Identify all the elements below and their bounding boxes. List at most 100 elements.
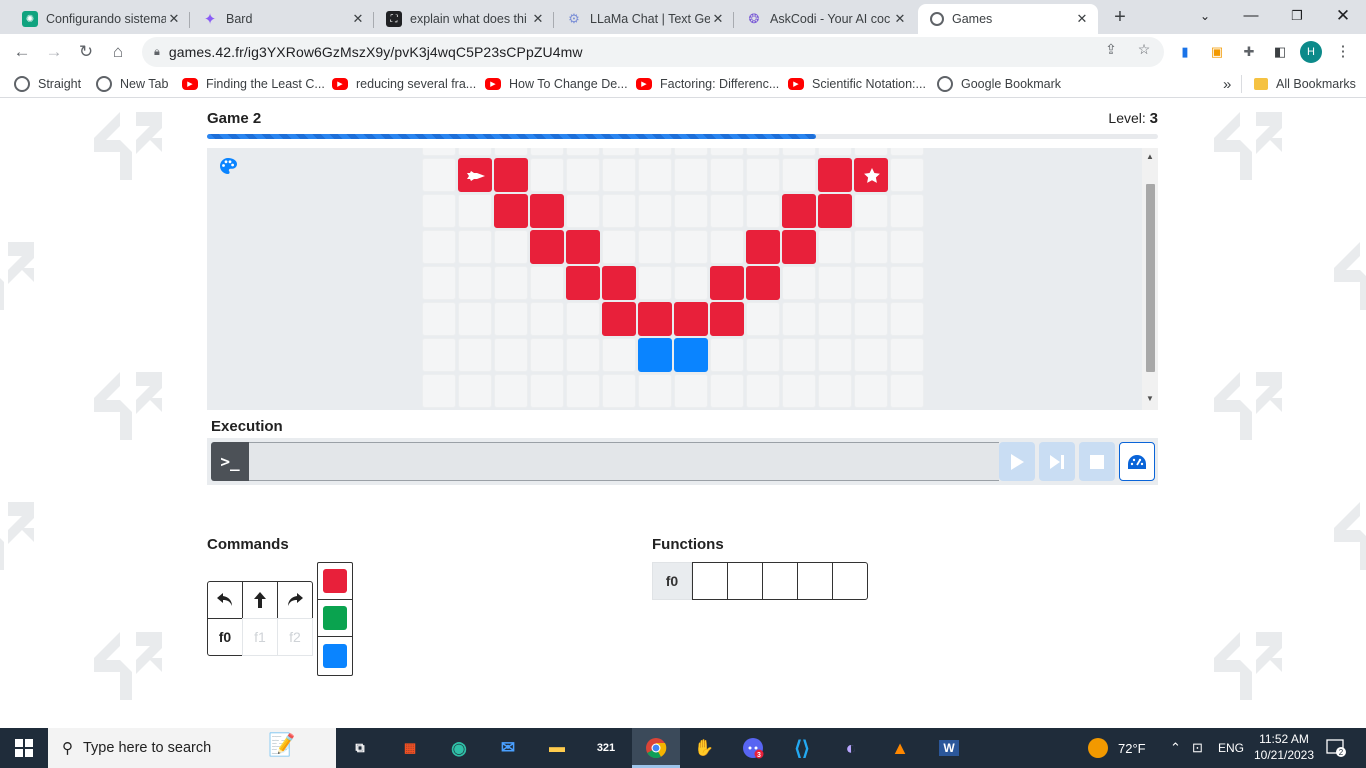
word-icon[interactable]: W [937, 736, 961, 760]
palette-icon[interactable] [219, 157, 237, 175]
lock-icon[interactable]: 🔒︎ [154, 46, 160, 59]
board-cell [746, 158, 780, 192]
tab[interactable]: ⛶ explain what does thi ✕ [374, 4, 554, 34]
close-tab-icon[interactable]: ✕ [1074, 11, 1090, 27]
scroll-up-arrow-icon[interactable]: ▲ [1146, 152, 1154, 161]
red-color-swatch[interactable] [323, 569, 347, 593]
chrome-menu-icon[interactable]: ⋮ [1334, 43, 1352, 61]
board-scrollbar[interactable]: ▲ ▼ [1142, 148, 1158, 410]
network-icon[interactable]: ⊡ [1192, 728, 1203, 768]
microsoft-store-icon[interactable]: ▦ [398, 736, 422, 760]
scroll-down-arrow-icon[interactable]: ▼ [1146, 394, 1154, 403]
vscode-icon[interactable]: ⟨⟩ [790, 736, 814, 760]
close-tab-icon[interactable]: ✕ [892, 11, 908, 27]
reload-button[interactable]: ↻ [72, 38, 100, 66]
board-cell-red [566, 266, 600, 300]
chrome-icon[interactable] [644, 736, 668, 760]
tab-search-chevron-icon[interactable]: ⌄ [1182, 0, 1228, 34]
bookmark-item[interactable]: ▶ Scientific Notation:... [788, 75, 926, 93]
bookmark-item[interactable]: ▶ How To Change De... [485, 75, 628, 93]
bookmark-item[interactable]: Google Bookmark [937, 75, 1061, 93]
forward-button[interactable] [242, 581, 278, 619]
notification-center-icon[interactable]: 2 [1326, 738, 1346, 758]
home-button[interactable]: ⌂ [104, 38, 132, 66]
step-button[interactable] [1039, 442, 1075, 481]
bookmark-item[interactable]: ▶ reducing several fra... [332, 75, 476, 93]
board-cell [746, 148, 780, 156]
game-panel: Game 2 Level: 3 ▲ ▼ Execution >_ Command… [203, 98, 1163, 728]
blue-color-swatch[interactable] [323, 644, 347, 668]
board-cell [566, 158, 600, 192]
night-mode-app-icon[interactable]: ◐ [839, 736, 863, 760]
windows-start-button[interactable] [0, 728, 48, 768]
bookmark-item[interactable]: ▶ Finding the Least C... [182, 75, 325, 93]
task-view-icon[interactable]: ⧉ [348, 736, 372, 760]
bookmarks-overflow-button[interactable]: » [1223, 75, 1231, 93]
share-icon[interactable]: ⇪ [1102, 41, 1120, 59]
bookmark-item[interactable]: New Tab [96, 75, 168, 93]
discord-icon[interactable]: 3 [741, 736, 765, 760]
tab-active[interactable]: Games ✕ [918, 4, 1098, 34]
bookmark-item[interactable]: ▶ Factoring: Differenc... [636, 75, 779, 93]
speed-gauge-button[interactable] [1119, 442, 1155, 481]
globe-icon [937, 76, 953, 92]
vlc-icon[interactable]: ▲ [888, 736, 912, 760]
tray-chevron-icon[interactable]: ⌃ [1170, 728, 1181, 768]
level-value: 3 [1149, 110, 1158, 127]
function-slot[interactable] [832, 562, 868, 600]
function-name-f0: f0 [652, 562, 692, 600]
board-cell [566, 338, 600, 372]
calendar-321-icon[interactable]: 321 [594, 736, 618, 760]
function-slot[interactable] [797, 562, 833, 600]
new-tab-button[interactable]: + [1108, 6, 1132, 30]
edge-icon[interactable]: ◉ [447, 736, 471, 760]
mail-icon[interactable]: ✉ [496, 736, 520, 760]
extension-orange-icon[interactable]: ▣ [1208, 43, 1226, 61]
address-bar[interactable]: 🔒︎ games.42.fr/ig3YXRow6GzMszX9y/pvK3j4w… [142, 37, 1164, 67]
close-tab-icon[interactable]: ✕ [350, 11, 366, 27]
extension-blue-icon[interactable]: ▮ [1176, 43, 1194, 61]
taskbar-search-box[interactable]: ⚲ Type here to search 📝 [48, 728, 336, 768]
restore-button[interactable]: ❐ [1274, 0, 1320, 34]
play-button[interactable] [999, 442, 1035, 481]
file-explorer-icon[interactable]: ▬ [545, 736, 569, 760]
stop-button[interactable] [1079, 442, 1115, 481]
back-button[interactable]: ← [8, 38, 36, 66]
board-cell [458, 148, 492, 156]
extensions-puzzle-icon[interactable]: ✚ [1240, 43, 1258, 61]
close-tab-icon[interactable]: ✕ [710, 11, 726, 27]
green-color-swatch[interactable] [323, 606, 347, 630]
board-cell [746, 194, 780, 228]
turn-left-button[interactable] [207, 581, 243, 619]
system-clock[interactable]: 11:52 AM 10/21/2023 [1250, 731, 1318, 763]
close-tab-icon[interactable]: ✕ [530, 11, 546, 27]
minimize-button[interactable]: — [1228, 0, 1274, 34]
f0-command-button[interactable]: f0 [207, 618, 243, 656]
function-slot[interactable] [727, 562, 763, 600]
forward-button[interactable]: → [40, 38, 68, 66]
close-tab-icon[interactable]: ✕ [166, 11, 182, 27]
clock-date: 10/21/2023 [1253, 748, 1315, 762]
clock-time: 11:52 AM [1259, 732, 1309, 746]
side-panel-icon[interactable]: ◧ [1271, 43, 1289, 61]
tab[interactable]: ❂ AskCodi - Your AI coc ✕ [734, 4, 916, 34]
close-window-button[interactable]: ✕ [1320, 0, 1366, 34]
language-indicator[interactable]: ENG [1218, 728, 1244, 768]
turn-right-button[interactable] [277, 581, 313, 619]
baseball-glove-icon[interactable]: ✋ [692, 736, 716, 760]
function-slot[interactable] [762, 562, 798, 600]
tab[interactable]: ✦ Bard ✕ [190, 4, 374, 34]
bookmark-star-icon[interactable]: ☆ [1135, 41, 1153, 59]
level-label: Level: [1108, 110, 1146, 126]
board-cell [530, 374, 564, 408]
board-cell [818, 338, 852, 372]
tab[interactable]: ✺ Configurando sistema ✕ [10, 4, 190, 34]
tab[interactable]: ⚙ LLaMa Chat | Text Ge ✕ [554, 4, 734, 34]
bookmark-item[interactable]: Straight [14, 75, 81, 93]
youtube-icon: ▶ [788, 78, 804, 90]
profile-avatar[interactable]: H [1300, 41, 1322, 63]
function-slot[interactable] [692, 562, 728, 600]
weather-widget[interactable]: 72°F [1088, 728, 1146, 768]
all-bookmarks-button[interactable]: All Bookmarks [1254, 75, 1356, 93]
scrollbar-thumb[interactable] [1146, 184, 1155, 372]
